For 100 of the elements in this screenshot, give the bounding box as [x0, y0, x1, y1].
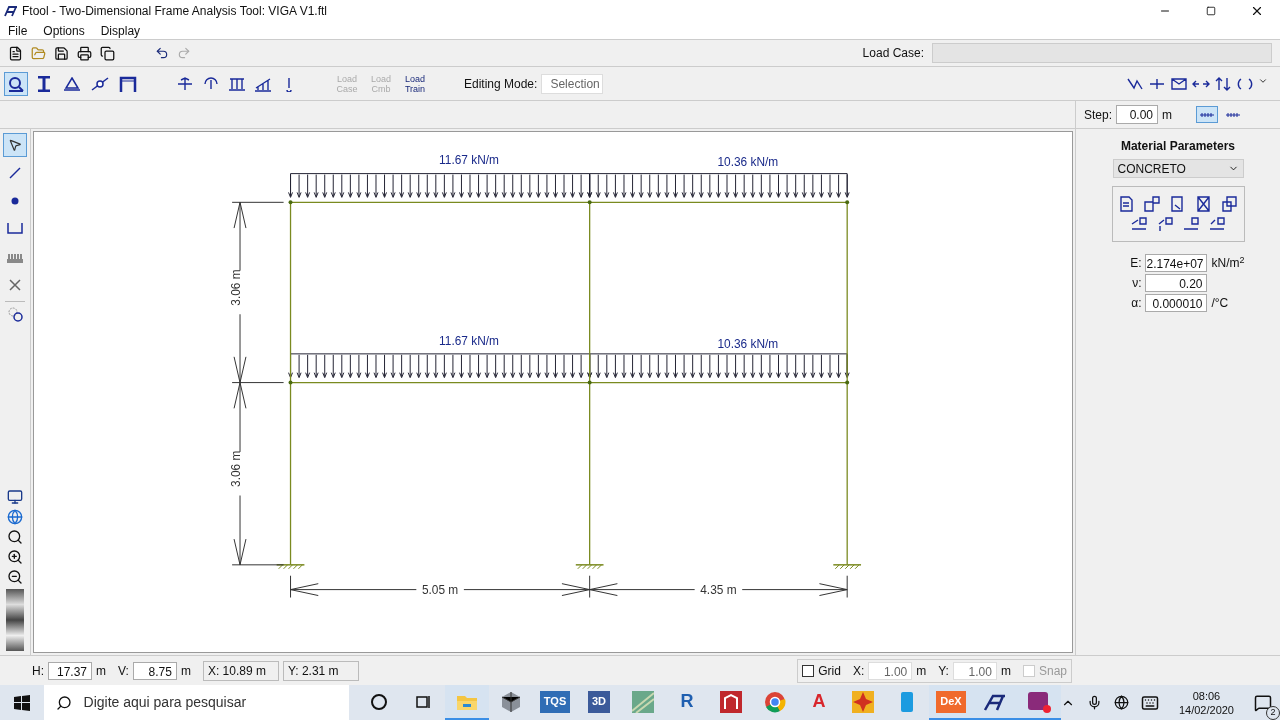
- node: [587, 200, 592, 205]
- pointer-icon: [8, 138, 22, 152]
- undo-icon[interactable]: [155, 46, 169, 60]
- keyboard-icon[interactable]: [1140, 693, 1159, 712]
- app-tile: DeX: [936, 690, 966, 713]
- cursor-x-readout: X: 10.89 m: [202, 660, 279, 681]
- print-icon[interactable]: [77, 45, 92, 61]
- hinge-icon: [91, 76, 109, 91]
- load-button[interactable]: Load Train: [402, 73, 428, 94]
- search-placeholder: Digite aqui para pesquisar: [83, 693, 247, 712]
- taskbar-app[interactable]: TQS: [532, 685, 577, 720]
- vertical-size-label: V:: [118, 662, 129, 680]
- load-label: 10.36 kN/m: [717, 154, 779, 169]
- load-label: 11.67 kN/m: [439, 152, 499, 167]
- fine-step-button[interactable]: [1196, 106, 1219, 123]
- i-beam-icon: [37, 75, 51, 92]
- horizontal-size-label: H:: [32, 662, 44, 680]
- grid-x-field[interactable]: 1.00: [868, 661, 913, 680]
- cursor-y-readout: Y: 2.31 m: [282, 660, 359, 681]
- parameter-field[interactable]: 0.000010: [1145, 294, 1208, 312]
- notification-count: 2: [1266, 705, 1280, 720]
- menu-item[interactable]: File: [8, 21, 28, 40]
- notifications-icon[interactable]: [1254, 693, 1272, 712]
- zoom-icon[interactable]: [7, 529, 23, 545]
- parameter-field[interactable]: 2.174e+07: [1145, 254, 1208, 272]
- grid-y-field[interactable]: 1.00: [952, 661, 997, 680]
- shear-force-icon[interactable]: [1214, 75, 1232, 92]
- globe-icon[interactable]: [7, 509, 23, 525]
- ruler-icon: [1199, 111, 1216, 118]
- new-file-icon[interactable]: [8, 45, 23, 61]
- load-label: 11.67 kN/m: [439, 333, 499, 348]
- network-icon[interactable]: [1113, 695, 1129, 710]
- horizontal-size-field[interactable]: 17.37: [48, 661, 92, 680]
- frame-tool-button[interactable]: [4, 71, 28, 96]
- open-folder-icon[interactable]: [31, 45, 46, 61]
- menu-item[interactable]: Options: [43, 21, 85, 40]
- parameter-symbol: E:: [1129, 255, 1142, 272]
- menu-item[interactable]: Display: [100, 21, 141, 40]
- span-label: 5.05 m: [421, 582, 459, 597]
- envelope-icon[interactable]: [1170, 75, 1188, 92]
- fixed-support: [275, 564, 306, 570]
- grid-x-unit: m: [916, 662, 927, 680]
- close-icon: [1250, 4, 1264, 18]
- map-icon: [631, 690, 654, 713]
- grid-checkbox[interactable]: Grid: [802, 661, 841, 680]
- grid-y-label: Y:: [938, 662, 949, 680]
- vertical-size-field[interactable]: 8.75: [132, 661, 177, 680]
- video-app-icon: [1026, 690, 1051, 713]
- zoom-out-icon[interactable]: [7, 569, 23, 585]
- load-case-field[interactable]: [932, 43, 1272, 63]
- monitor-icon[interactable]: [7, 489, 23, 505]
- browser-icon: [763, 690, 786, 713]
- material-dropdown[interactable]: CONCRETO: [1112, 159, 1244, 178]
- step-label: Step:: [1084, 106, 1113, 124]
- editing-mode-label: Editing Mode:: [464, 75, 538, 93]
- step-field[interactable]: 0.00: [1116, 105, 1159, 124]
- editing-mode-field: Selection: [541, 73, 604, 94]
- parameter-field[interactable]: 0.20: [1145, 274, 1208, 292]
- app-logo-icon: [4, 5, 18, 17]
- line-icon: [8, 166, 22, 180]
- height-label: 3.06 m: [229, 450, 243, 487]
- taskbar-search-field[interactable]: Digite aqui para pesquisar: [43, 685, 349, 720]
- vertical-size-unit: m: [180, 662, 191, 680]
- node: [587, 380, 592, 385]
- node-search-icon[interactable]: [7, 306, 23, 322]
- taskbar-app[interactable]: 3D: [576, 685, 621, 720]
- parameter-unit: /°C: [1211, 295, 1229, 312]
- node-icon: [11, 197, 19, 205]
- parameter-symbol: α:: [1130, 295, 1142, 312]
- taskbar-app[interactable]: [1016, 685, 1061, 720]
- zoom-in-icon[interactable]: [7, 549, 23, 565]
- taskbar-app[interactable]: R: [664, 685, 709, 720]
- delete-icon: [9, 279, 21, 291]
- clock-time[interactable]: 08:06: [1192, 688, 1221, 703]
- assign-icon[interactable]: [1130, 216, 1148, 232]
- clock-date[interactable]: 14/02/2020: [1178, 702, 1234, 717]
- document-icon[interactable]: [1117, 196, 1135, 212]
- node: [845, 380, 850, 385]
- copy-material-icon[interactable]: [1221, 196, 1239, 212]
- frame-tool-icon: [7, 74, 25, 93]
- span-label: 4.35 m: [700, 582, 737, 597]
- maximize-icon: [1206, 6, 1216, 16]
- grayscale-bar: [6, 589, 24, 651]
- linear-load-icon[interactable]: [254, 75, 272, 92]
- height-label: 3.06 m: [229, 269, 243, 306]
- horizontal-size-unit: m: [96, 662, 106, 680]
- uniform-load-icon[interactable]: [228, 75, 246, 92]
- ruler-icon: [1225, 111, 1242, 118]
- drawing-tool-button[interactable]: [3, 133, 27, 157]
- save-icon[interactable]: [54, 45, 69, 61]
- microphone-icon[interactable]: [1086, 695, 1102, 710]
- delete-material-icon[interactable]: [1195, 196, 1213, 212]
- taskbar-app[interactable]: A: [796, 685, 841, 720]
- copy-icon[interactable]: [100, 45, 115, 61]
- search-icon: [55, 694, 72, 711]
- app-letter: R: [680, 690, 694, 713]
- node: [845, 200, 850, 205]
- cube-icon: [500, 690, 521, 713]
- load-case-label: Load Case:: [862, 45, 924, 62]
- hatch-icon: [7, 251, 23, 263]
